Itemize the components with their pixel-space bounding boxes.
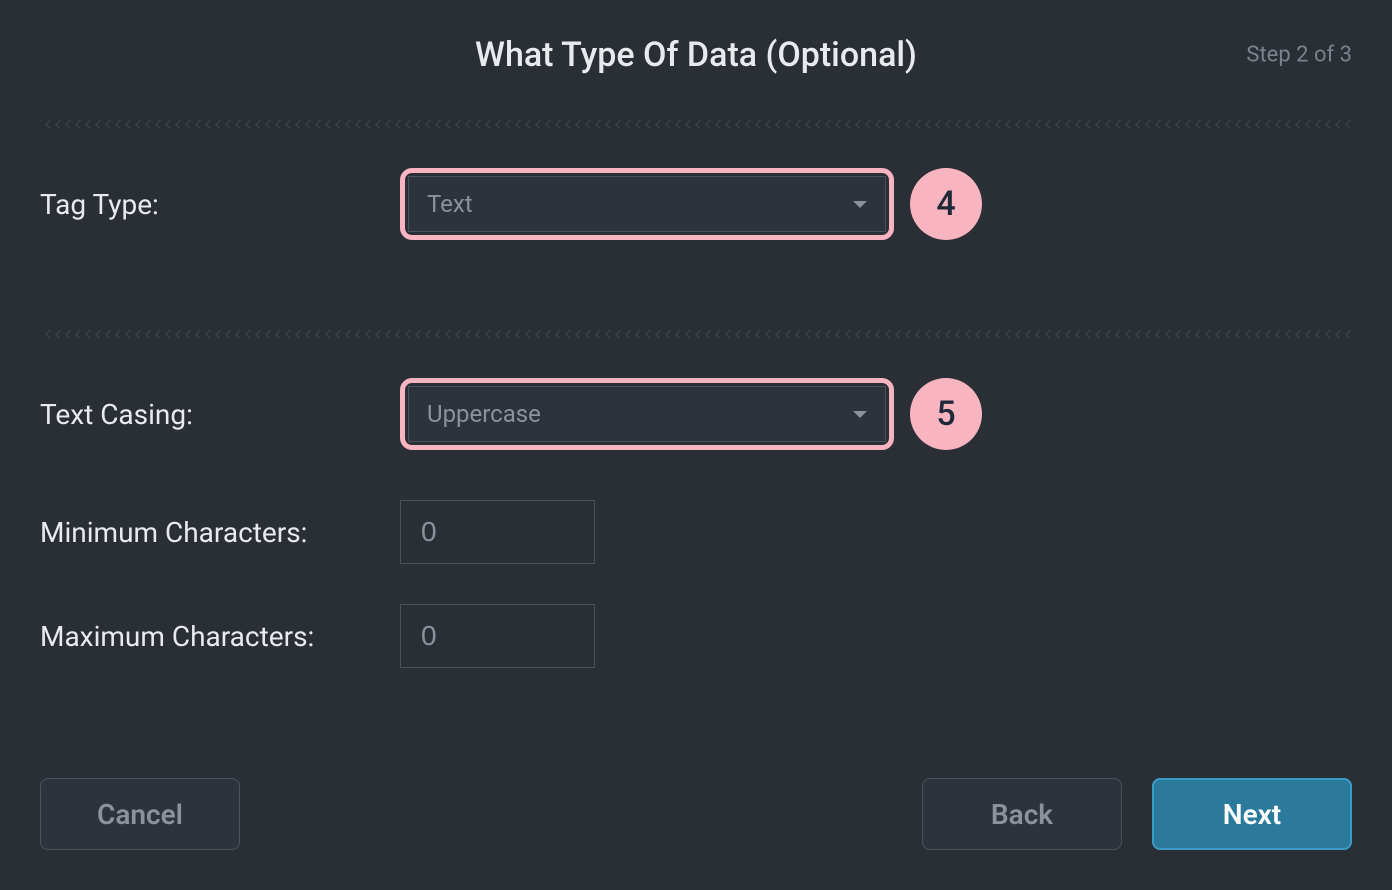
min-chars-input[interactable]	[400, 500, 595, 564]
form-section-details: Text Casing: Uppercase 5 Minimum Charact…	[40, 348, 1352, 738]
max-chars-label: Maximum Characters:	[40, 620, 400, 653]
annotation-highlight-4: Text	[400, 168, 894, 240]
chevron-down-icon	[853, 411, 867, 418]
text-casing-value: Uppercase	[427, 400, 541, 428]
dialog-header: What Type Of Data (Optional) Step 2 of 3	[40, 0, 1352, 110]
text-casing-select[interactable]: Uppercase	[408, 386, 886, 442]
cancel-button[interactable]: Cancel	[40, 778, 240, 850]
annotation-badge-5: 5	[910, 378, 982, 450]
dialog-footer: Cancel Back Next	[40, 778, 1352, 850]
max-chars-input[interactable]	[400, 604, 595, 668]
dialog-title: What Type Of Data (Optional)	[475, 35, 917, 75]
step-indicator: Step 2 of 3	[1246, 43, 1352, 68]
min-chars-label: Minimum Characters:	[40, 516, 400, 549]
divider	[40, 330, 1352, 338]
footer-right: Back Next	[922, 778, 1352, 850]
divider	[40, 120, 1352, 128]
tag-type-select[interactable]: Text	[408, 176, 886, 232]
annotation-highlight-5: Uppercase	[400, 378, 894, 450]
annotation-badge-4: 4	[910, 168, 982, 240]
back-button[interactable]: Back	[922, 778, 1122, 850]
chevron-down-icon	[853, 201, 867, 208]
tag-type-label: Tag Type:	[40, 188, 400, 221]
next-button[interactable]: Next	[1152, 778, 1352, 850]
text-casing-label: Text Casing:	[40, 398, 400, 431]
form-section-tag-type: Tag Type: Text 4	[40, 138, 1352, 320]
tag-type-value: Text	[427, 190, 473, 218]
